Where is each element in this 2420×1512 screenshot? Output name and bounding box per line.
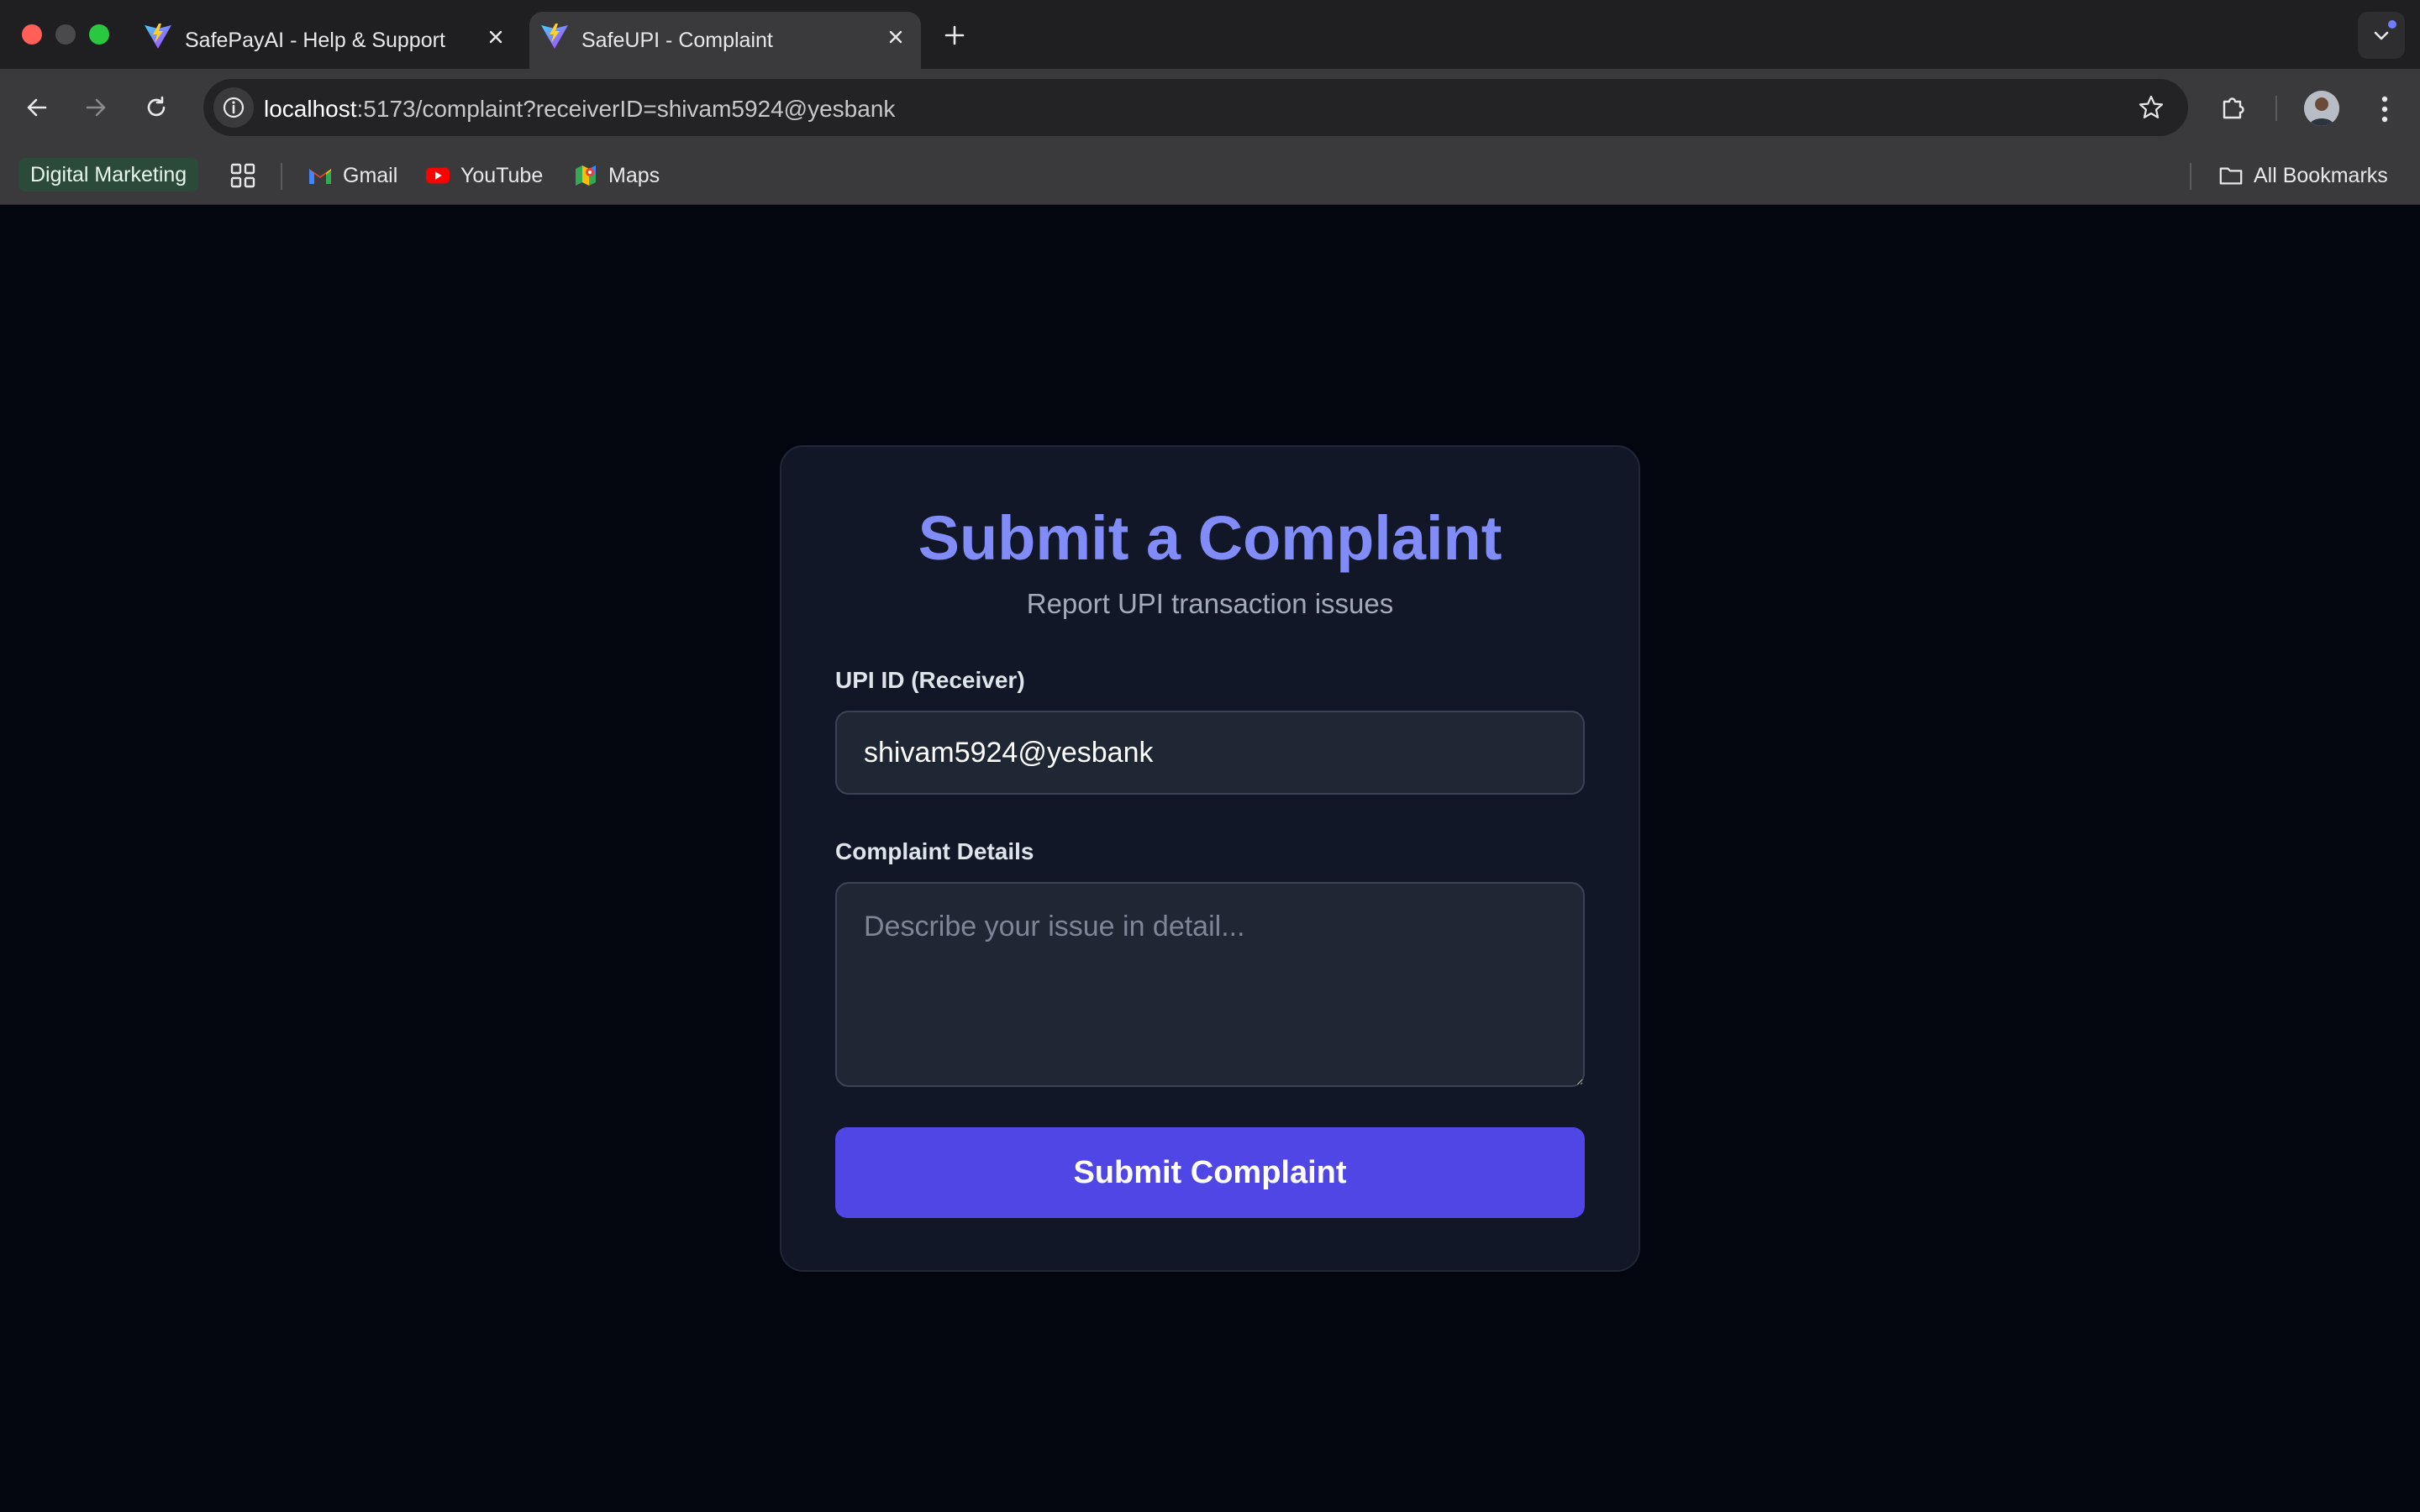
- url-text[interactable]: localhost:5173/complaint?receiverID=shiv…: [264, 96, 895, 123]
- url-host: localhost: [264, 96, 357, 122]
- user-avatar-icon: [2304, 91, 2339, 126]
- page-title: Submit a Complaint: [918, 503, 1502, 573]
- maximize-window-button[interactable]: [89, 24, 109, 45]
- maps-icon: [573, 163, 598, 188]
- bookmarks-separator: [2190, 163, 2191, 190]
- upi-id-label: UPI ID (Receiver): [835, 667, 1025, 693]
- tab-safeupi-complaint[interactable]: SafeUPI - Complaint: [529, 12, 921, 69]
- tab-strip: SafePayAI - Help & Support SafeUPI - Com…: [0, 0, 2420, 69]
- apps-grid-icon[interactable]: [229, 161, 257, 190]
- bookmarks-bar: Digital Marketing Gmail YouTube Maps All…: [0, 146, 2420, 205]
- bookmark-label: Maps: [608, 163, 660, 187]
- forward-button[interactable]: [74, 86, 118, 129]
- notification-dot: [2388, 20, 2396, 29]
- complaint-details-textarea[interactable]: [835, 882, 1585, 1087]
- url-path: :5173/complaint?receiverID=shivam5924@ye…: [356, 96, 896, 122]
- bookmark-star-button[interactable]: [2134, 91, 2168, 124]
- more-vertical-icon: [2381, 96, 2388, 123]
- tab-title: SafeUPI - Complaint: [581, 29, 773, 52]
- chevron-down-icon: [2374, 31, 2389, 40]
- plus-icon: [944, 25, 965, 45]
- arrow-right-icon: [86, 98, 106, 117]
- vite-logo-icon: [143, 21, 173, 51]
- new-tab-button[interactable]: [938, 18, 971, 52]
- bookmark-maps[interactable]: Maps: [573, 158, 660, 193]
- tab-search-button[interactable]: [2358, 12, 2405, 59]
- extensions-button[interactable]: [2213, 87, 2254, 128]
- reload-icon: [147, 96, 166, 117]
- bookmark-digital-marketing[interactable]: Digital Marketing: [18, 158, 199, 192]
- reload-button[interactable]: [134, 86, 178, 129]
- all-bookmarks-button[interactable]: All Bookmarks: [2218, 158, 2388, 193]
- submit-complaint-button[interactable]: Submit Complaint: [835, 1127, 1585, 1218]
- close-window-button[interactable]: [22, 24, 42, 45]
- info-icon: [223, 97, 245, 118]
- upi-id-input[interactable]: [835, 711, 1585, 795]
- complaint-details-label: Complaint Details: [835, 838, 1034, 864]
- bookmarks-separator: [281, 163, 282, 190]
- address-bar[interactable]: localhost:5173/complaint?receiverID=shiv…: [203, 79, 2188, 136]
- tab-title: SafePayAI - Help & Support: [185, 29, 445, 52]
- browser-menu-button[interactable]: [2368, 89, 2402, 129]
- complaint-form-card: Submit a Complaint Report UPI transactio…: [780, 445, 1640, 1272]
- arrow-left-icon: [27, 98, 47, 117]
- minimize-window-button[interactable]: [55, 24, 76, 45]
- tab-close-icon[interactable]: [482, 24, 509, 50]
- bookmark-label: YouTube: [460, 163, 544, 187]
- bookmark-gmail[interactable]: Gmail: [308, 158, 397, 193]
- bookmark-label: Gmail: [343, 163, 398, 187]
- bookmark-youtube[interactable]: YouTube: [425, 158, 543, 193]
- folder-icon: [2218, 163, 2244, 188]
- back-button[interactable]: [15, 86, 59, 129]
- gmail-icon: [308, 163, 333, 188]
- tab-close-icon[interactable]: [882, 24, 909, 50]
- star-icon: [2139, 95, 2164, 118]
- page-subtitle: Report UPI transaction issues: [1026, 588, 1394, 619]
- youtube-icon: [425, 163, 450, 188]
- profile-avatar[interactable]: [2304, 91, 2339, 126]
- all-bookmarks-label: All Bookmarks: [2254, 163, 2388, 187]
- puzzle-icon: [2223, 97, 2244, 119]
- browser-toolbar: localhost:5173/complaint?receiverID=shiv…: [0, 69, 2420, 146]
- tab-safepayai-help[interactable]: SafePayAI - Help & Support: [133, 12, 521, 69]
- vite-logo-icon: [539, 21, 570, 51]
- site-info-button[interactable]: [213, 87, 254, 128]
- toolbar-separator: [2275, 96, 2277, 121]
